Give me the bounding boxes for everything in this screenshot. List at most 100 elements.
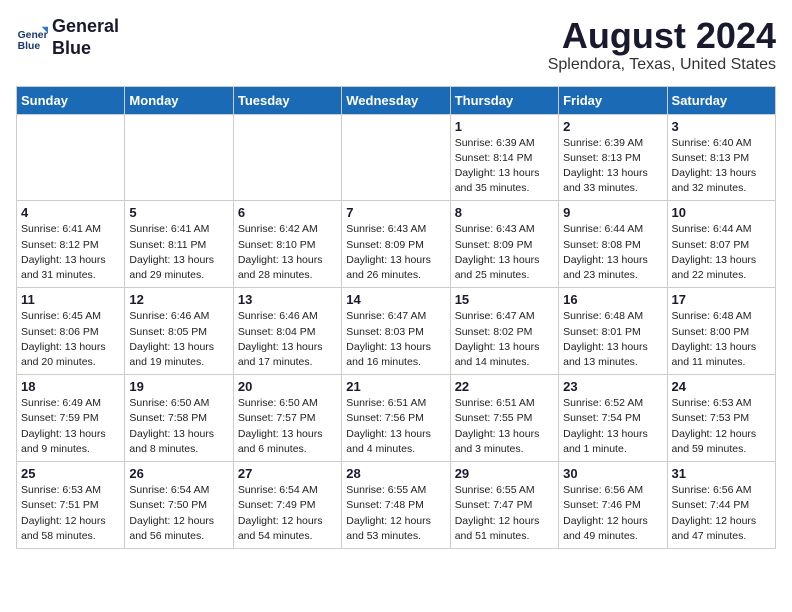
calendar-cell — [233, 114, 341, 201]
cell-info: Sunrise: 6:55 AMSunset: 7:47 PMDaylight:… — [455, 483, 554, 544]
day-number: 27 — [238, 466, 337, 481]
cell-info: Sunrise: 6:50 AMSunset: 7:58 PMDaylight:… — [129, 396, 228, 457]
calendar-cell: 5 Sunrise: 6:41 AMSunset: 8:11 PMDaylight… — [125, 201, 233, 288]
day-number: 11 — [21, 292, 120, 307]
day-header-friday: Friday — [559, 86, 667, 114]
day-number: 8 — [455, 205, 554, 220]
calendar-cell — [17, 114, 125, 201]
day-number: 2 — [563, 119, 662, 134]
day-number: 29 — [455, 466, 554, 481]
cell-info: Sunrise: 6:44 AMSunset: 8:07 PMDaylight:… — [672, 222, 771, 283]
day-number: 10 — [672, 205, 771, 220]
day-number: 16 — [563, 292, 662, 307]
logo: General Blue General Blue — [16, 16, 119, 59]
calendar-cell — [342, 114, 450, 201]
cell-info: Sunrise: 6:41 AMSunset: 8:11 PMDaylight:… — [129, 222, 228, 283]
day-number: 12 — [129, 292, 228, 307]
calendar-cell: 16 Sunrise: 6:48 AMSunset: 8:01 PMDayligh… — [559, 288, 667, 375]
calendar-cell: 25 Sunrise: 6:53 AMSunset: 7:51 PMDayligh… — [17, 462, 125, 549]
calendar-cell: 30Sunrise: 6:56 AMSunset: 7:46 PMDayligh… — [559, 462, 667, 549]
cell-info: Sunrise: 6:44 AMSunset: 8:08 PMDaylight:… — [563, 222, 662, 283]
day-header-sunday: Sunday — [17, 86, 125, 114]
calendar-cell: 20 Sunrise: 6:50 AMSunset: 7:57 PMDayligh… — [233, 375, 341, 462]
day-number: 23 — [563, 379, 662, 394]
cell-info: Sunrise: 6:45 AMSunset: 8:06 PMDaylight:… — [21, 309, 120, 370]
main-title: August 2024 — [548, 16, 776, 56]
day-header-tuesday: Tuesday — [233, 86, 341, 114]
cell-info: Sunrise: 6:43 AMSunset: 8:09 PMDaylight:… — [455, 222, 554, 283]
day-number: 20 — [238, 379, 337, 394]
day-number: 18 — [21, 379, 120, 394]
calendar-cell: 4 Sunrise: 6:41 AMSunset: 8:12 PMDaylight… — [17, 201, 125, 288]
cell-info: Sunrise: 6:41 AMSunset: 8:12 PMDaylight:… — [21, 222, 120, 283]
cell-info: Sunrise: 6:47 AMSunset: 8:03 PMDaylight:… — [346, 309, 445, 370]
cell-info: Sunrise: 6:54 AMSunset: 7:49 PMDaylight:… — [238, 483, 337, 544]
cell-info: Sunrise: 6:51 AMSunset: 7:55 PMDaylight:… — [455, 396, 554, 457]
calendar-cell: 15Sunrise: 6:47 AMSunset: 8:02 PMDayligh… — [450, 288, 558, 375]
cell-info: Sunrise: 6:54 AMSunset: 7:50 PMDaylight:… — [129, 483, 228, 544]
week-row-1: 1Sunrise: 6:39 AMSunset: 8:14 PMDaylight… — [17, 114, 776, 201]
day-number: 5 — [129, 205, 228, 220]
day-number: 3 — [672, 119, 771, 134]
calendar-cell: 31Sunrise: 6:56 AMSunset: 7:44 PMDayligh… — [667, 462, 775, 549]
calendar-cell: 13Sunrise: 6:46 AMSunset: 8:04 PMDayligh… — [233, 288, 341, 375]
day-header-wednesday: Wednesday — [342, 86, 450, 114]
calendar-cell: 7 Sunrise: 6:43 AMSunset: 8:09 PMDaylight… — [342, 201, 450, 288]
cell-info: Sunrise: 6:53 AMSunset: 7:53 PMDaylight:… — [672, 396, 771, 457]
day-number: 9 — [563, 205, 662, 220]
calendar-cell: 17 Sunrise: 6:48 AMSunset: 8:00 PMDayligh… — [667, 288, 775, 375]
cell-info: Sunrise: 6:53 AMSunset: 7:51 PMDaylight:… — [21, 483, 120, 544]
cell-info: Sunrise: 6:51 AMSunset: 7:56 PMDaylight:… — [346, 396, 445, 457]
calendar-cell: 1Sunrise: 6:39 AMSunset: 8:14 PMDaylight… — [450, 114, 558, 201]
calendar-cell: 29 Sunrise: 6:55 AMSunset: 7:47 PMDayligh… — [450, 462, 558, 549]
day-header-saturday: Saturday — [667, 86, 775, 114]
cell-info: Sunrise: 6:40 AMSunset: 8:13 PMDaylight:… — [672, 136, 771, 197]
calendar-cell: 2Sunrise: 6:39 AMSunset: 8:13 PMDaylight… — [559, 114, 667, 201]
logo-icon: General Blue — [16, 22, 48, 54]
cell-info: Sunrise: 6:52 AMSunset: 7:54 PMDaylight:… — [563, 396, 662, 457]
week-row-3: 11 Sunrise: 6:45 AMSunset: 8:06 PMDayligh… — [17, 288, 776, 375]
calendar-cell: 28Sunrise: 6:55 AMSunset: 7:48 PMDayligh… — [342, 462, 450, 549]
header-row: SundayMondayTuesdayWednesdayThursdayFrid… — [17, 86, 776, 114]
cell-info: Sunrise: 6:46 AMSunset: 8:05 PMDaylight:… — [129, 309, 228, 370]
day-header-monday: Monday — [125, 86, 233, 114]
day-number: 17 — [672, 292, 771, 307]
page-header: General Blue General Blue August 2024 Sp… — [16, 16, 776, 74]
calendar-cell: 27 Sunrise: 6:54 AMSunset: 7:49 PMDayligh… — [233, 462, 341, 549]
calendar-cell: 10 Sunrise: 6:44 AMSunset: 8:07 PMDayligh… — [667, 201, 775, 288]
day-header-thursday: Thursday — [450, 86, 558, 114]
cell-info: Sunrise: 6:39 AMSunset: 8:14 PMDaylight:… — [455, 136, 554, 197]
day-number: 4 — [21, 205, 120, 220]
week-row-4: 18 Sunrise: 6:49 AMSunset: 7:59 PMDayligh… — [17, 375, 776, 462]
day-number: 21 — [346, 379, 445, 394]
day-number: 22 — [455, 379, 554, 394]
cell-info: Sunrise: 6:48 AMSunset: 8:01 PMDaylight:… — [563, 309, 662, 370]
calendar-cell: 23 Sunrise: 6:52 AMSunset: 7:54 PMDayligh… — [559, 375, 667, 462]
title-block: August 2024 Splendora, Texas, United Sta… — [548, 16, 776, 74]
calendar-cell: 24Sunrise: 6:53 AMSunset: 7:53 PMDayligh… — [667, 375, 775, 462]
subtitle: Splendora, Texas, United States — [548, 56, 776, 74]
calendar-cell: 26 Sunrise: 6:54 AMSunset: 7:50 PMDayligh… — [125, 462, 233, 549]
svg-text:General: General — [18, 30, 48, 41]
logo-text: General Blue — [52, 16, 119, 59]
calendar-cell: 11 Sunrise: 6:45 AMSunset: 8:06 PMDayligh… — [17, 288, 125, 375]
day-number: 19 — [129, 379, 228, 394]
calendar-cell: 12 Sunrise: 6:46 AMSunset: 8:05 PMDayligh… — [125, 288, 233, 375]
day-number: 15 — [455, 292, 554, 307]
calendar-cell — [125, 114, 233, 201]
day-number: 6 — [238, 205, 337, 220]
calendar-cell: 19 Sunrise: 6:50 AMSunset: 7:58 PMDayligh… — [125, 375, 233, 462]
day-number: 28 — [346, 466, 445, 481]
calendar-cell: 14Sunrise: 6:47 AMSunset: 8:03 PMDayligh… — [342, 288, 450, 375]
calendar-cell: 6Sunrise: 6:42 AMSunset: 8:10 PMDaylight… — [233, 201, 341, 288]
week-row-5: 25 Sunrise: 6:53 AMSunset: 7:51 PMDayligh… — [17, 462, 776, 549]
cell-info: Sunrise: 6:48 AMSunset: 8:00 PMDaylight:… — [672, 309, 771, 370]
day-number: 25 — [21, 466, 120, 481]
day-number: 26 — [129, 466, 228, 481]
cell-info: Sunrise: 6:49 AMSunset: 7:59 PMDaylight:… — [21, 396, 120, 457]
day-number: 7 — [346, 205, 445, 220]
cell-info: Sunrise: 6:43 AMSunset: 8:09 PMDaylight:… — [346, 222, 445, 283]
cell-info: Sunrise: 6:50 AMSunset: 7:57 PMDaylight:… — [238, 396, 337, 457]
svg-text:Blue: Blue — [18, 41, 41, 52]
calendar-cell: 3 Sunrise: 6:40 AMSunset: 8:13 PMDaylight… — [667, 114, 775, 201]
